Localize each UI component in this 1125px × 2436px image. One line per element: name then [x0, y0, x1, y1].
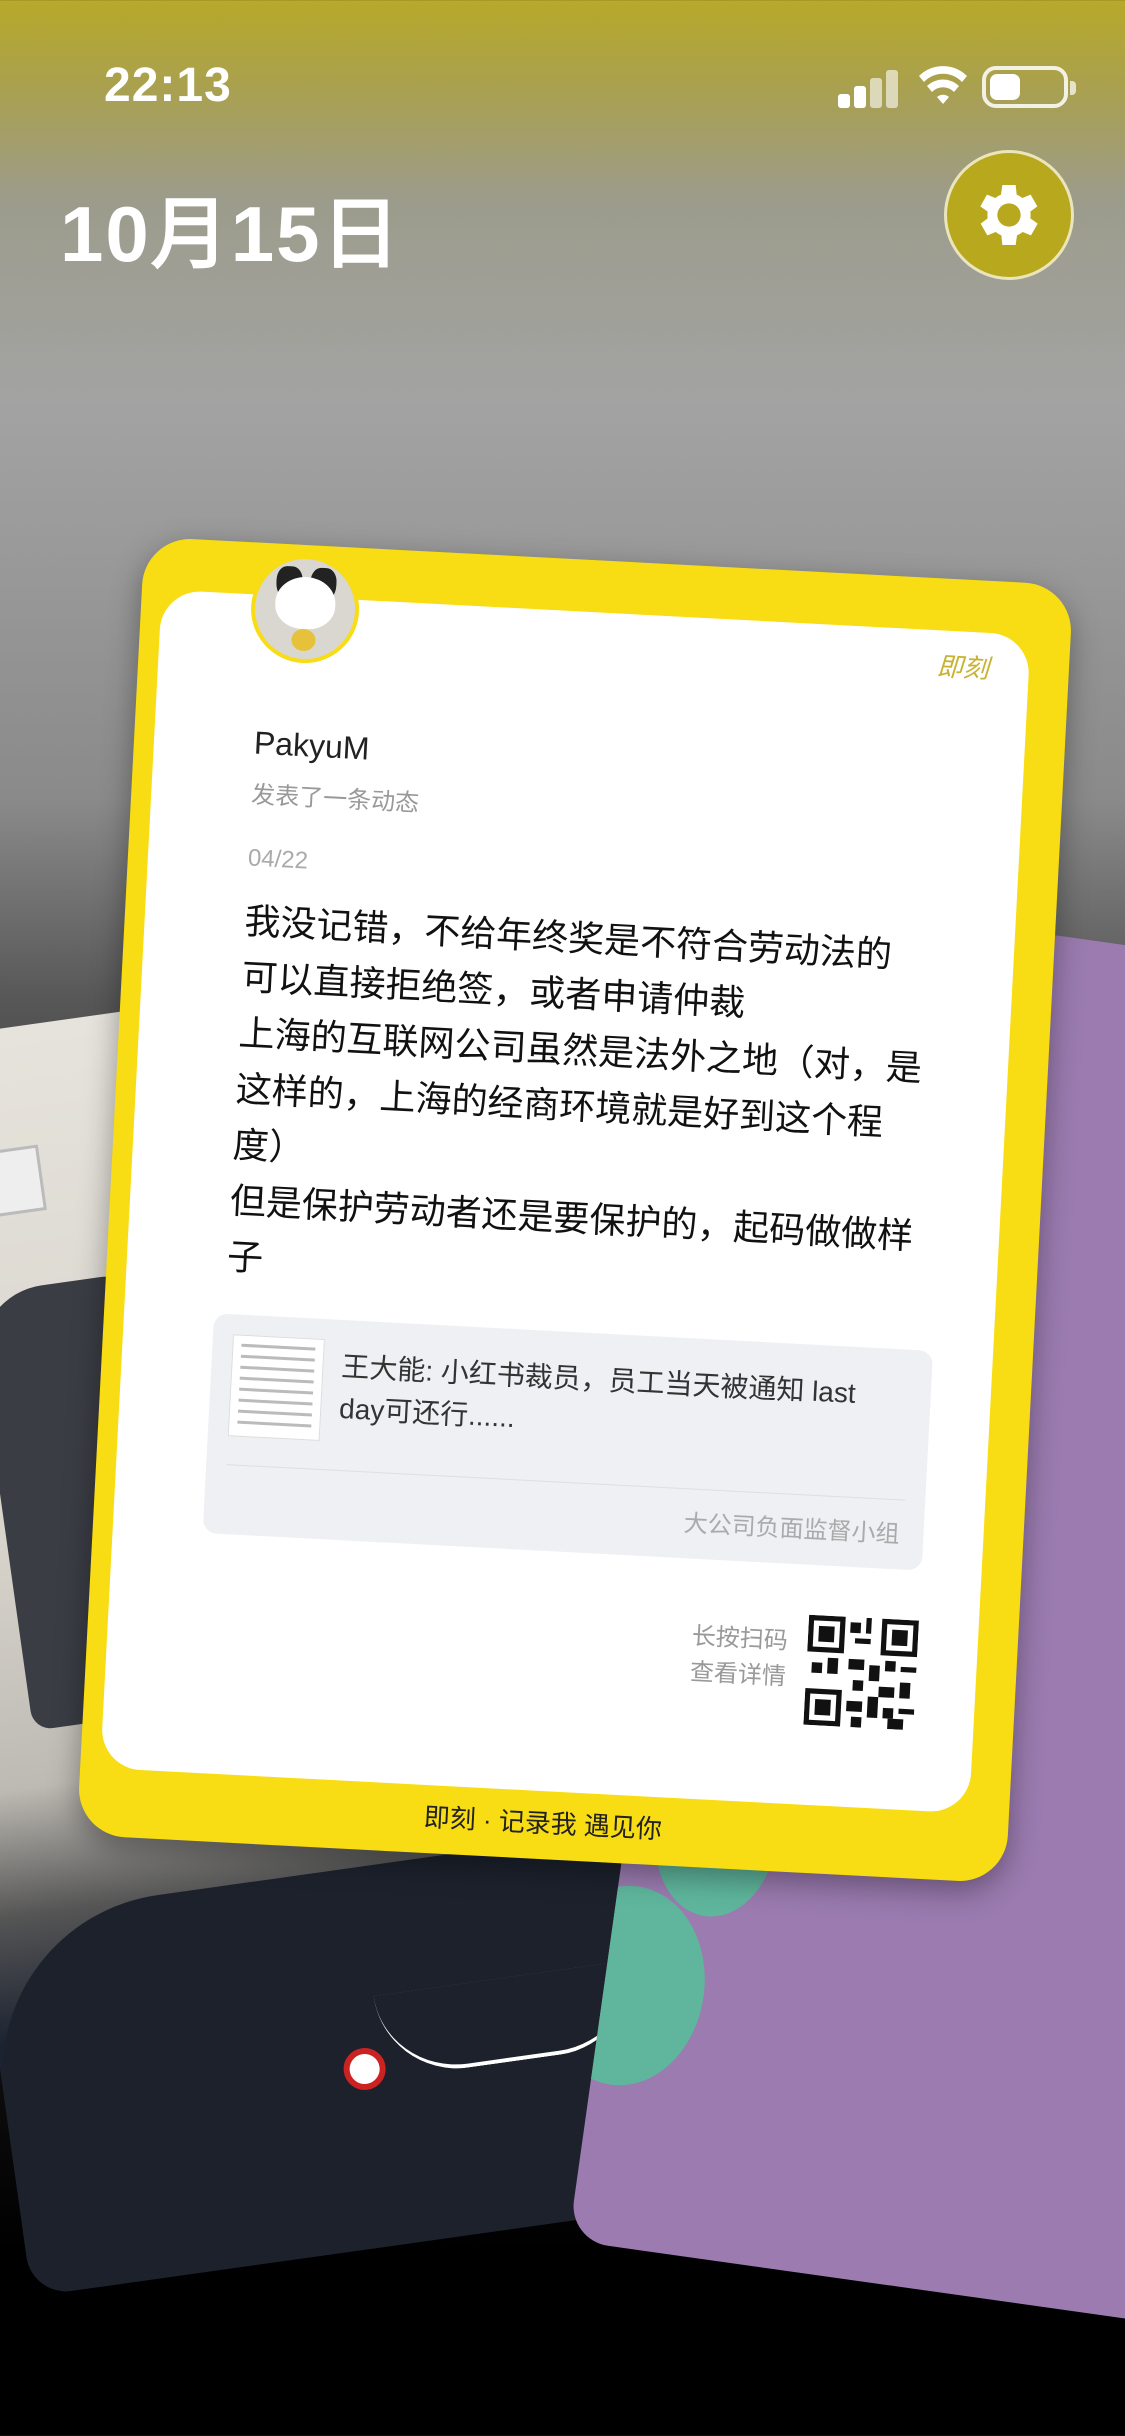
link-title: 王大能: 小红书裁员，员工当天被通知 last day可还行...... [338, 1351, 857, 1434]
date-title: 10月15日 [60, 190, 402, 278]
battery-icon [982, 66, 1076, 108]
status-time: 22:13 [104, 59, 232, 112]
shared-link-card[interactable]: 王大能: 小红书裁员，员工当天被通知 last day可还行...... 大公司… [202, 1313, 934, 1571]
scan-hint-line: 查看详情 [689, 1658, 787, 1691]
link-thumbnail [227, 1334, 325, 1441]
card-content: 即刻 PakyuM 发表了一条动态 04/22 我没记错，不给年终奖是不符合劳动… [100, 589, 1031, 1814]
post-date: 04/22 [247, 844, 309, 875]
username[interactable]: PakyuM [253, 725, 370, 768]
qr-code[interactable] [803, 1614, 919, 1731]
action-text: 发表了一条动态 [250, 781, 420, 818]
gear-icon [980, 185, 1038, 245]
scan-hint: 长按扫码 查看详情 [665, 1617, 789, 1695]
link-source: 大公司负面监督小组 [683, 1510, 901, 1549]
brand-mark: 即刻 [936, 651, 990, 684]
scan-hint-line: 长按扫码 [691, 1622, 789, 1655]
post-share-card[interactable]: 即刻 PakyuM 发表了一条动态 04/22 我没记错，不给年终奖是不符合劳动… [76, 536, 1074, 1884]
wifi-icon [919, 66, 967, 104]
wall-outlet [0, 1144, 47, 1218]
post-body: 我没记错，不给年终奖是不符合劳动法的 可以直接拒绝签，或者申请仲裁 上海的互联网… [226, 894, 946, 1322]
settings-button[interactable] [944, 150, 1074, 280]
divider [226, 1464, 906, 1501]
signal-bars-icon [838, 66, 898, 108]
